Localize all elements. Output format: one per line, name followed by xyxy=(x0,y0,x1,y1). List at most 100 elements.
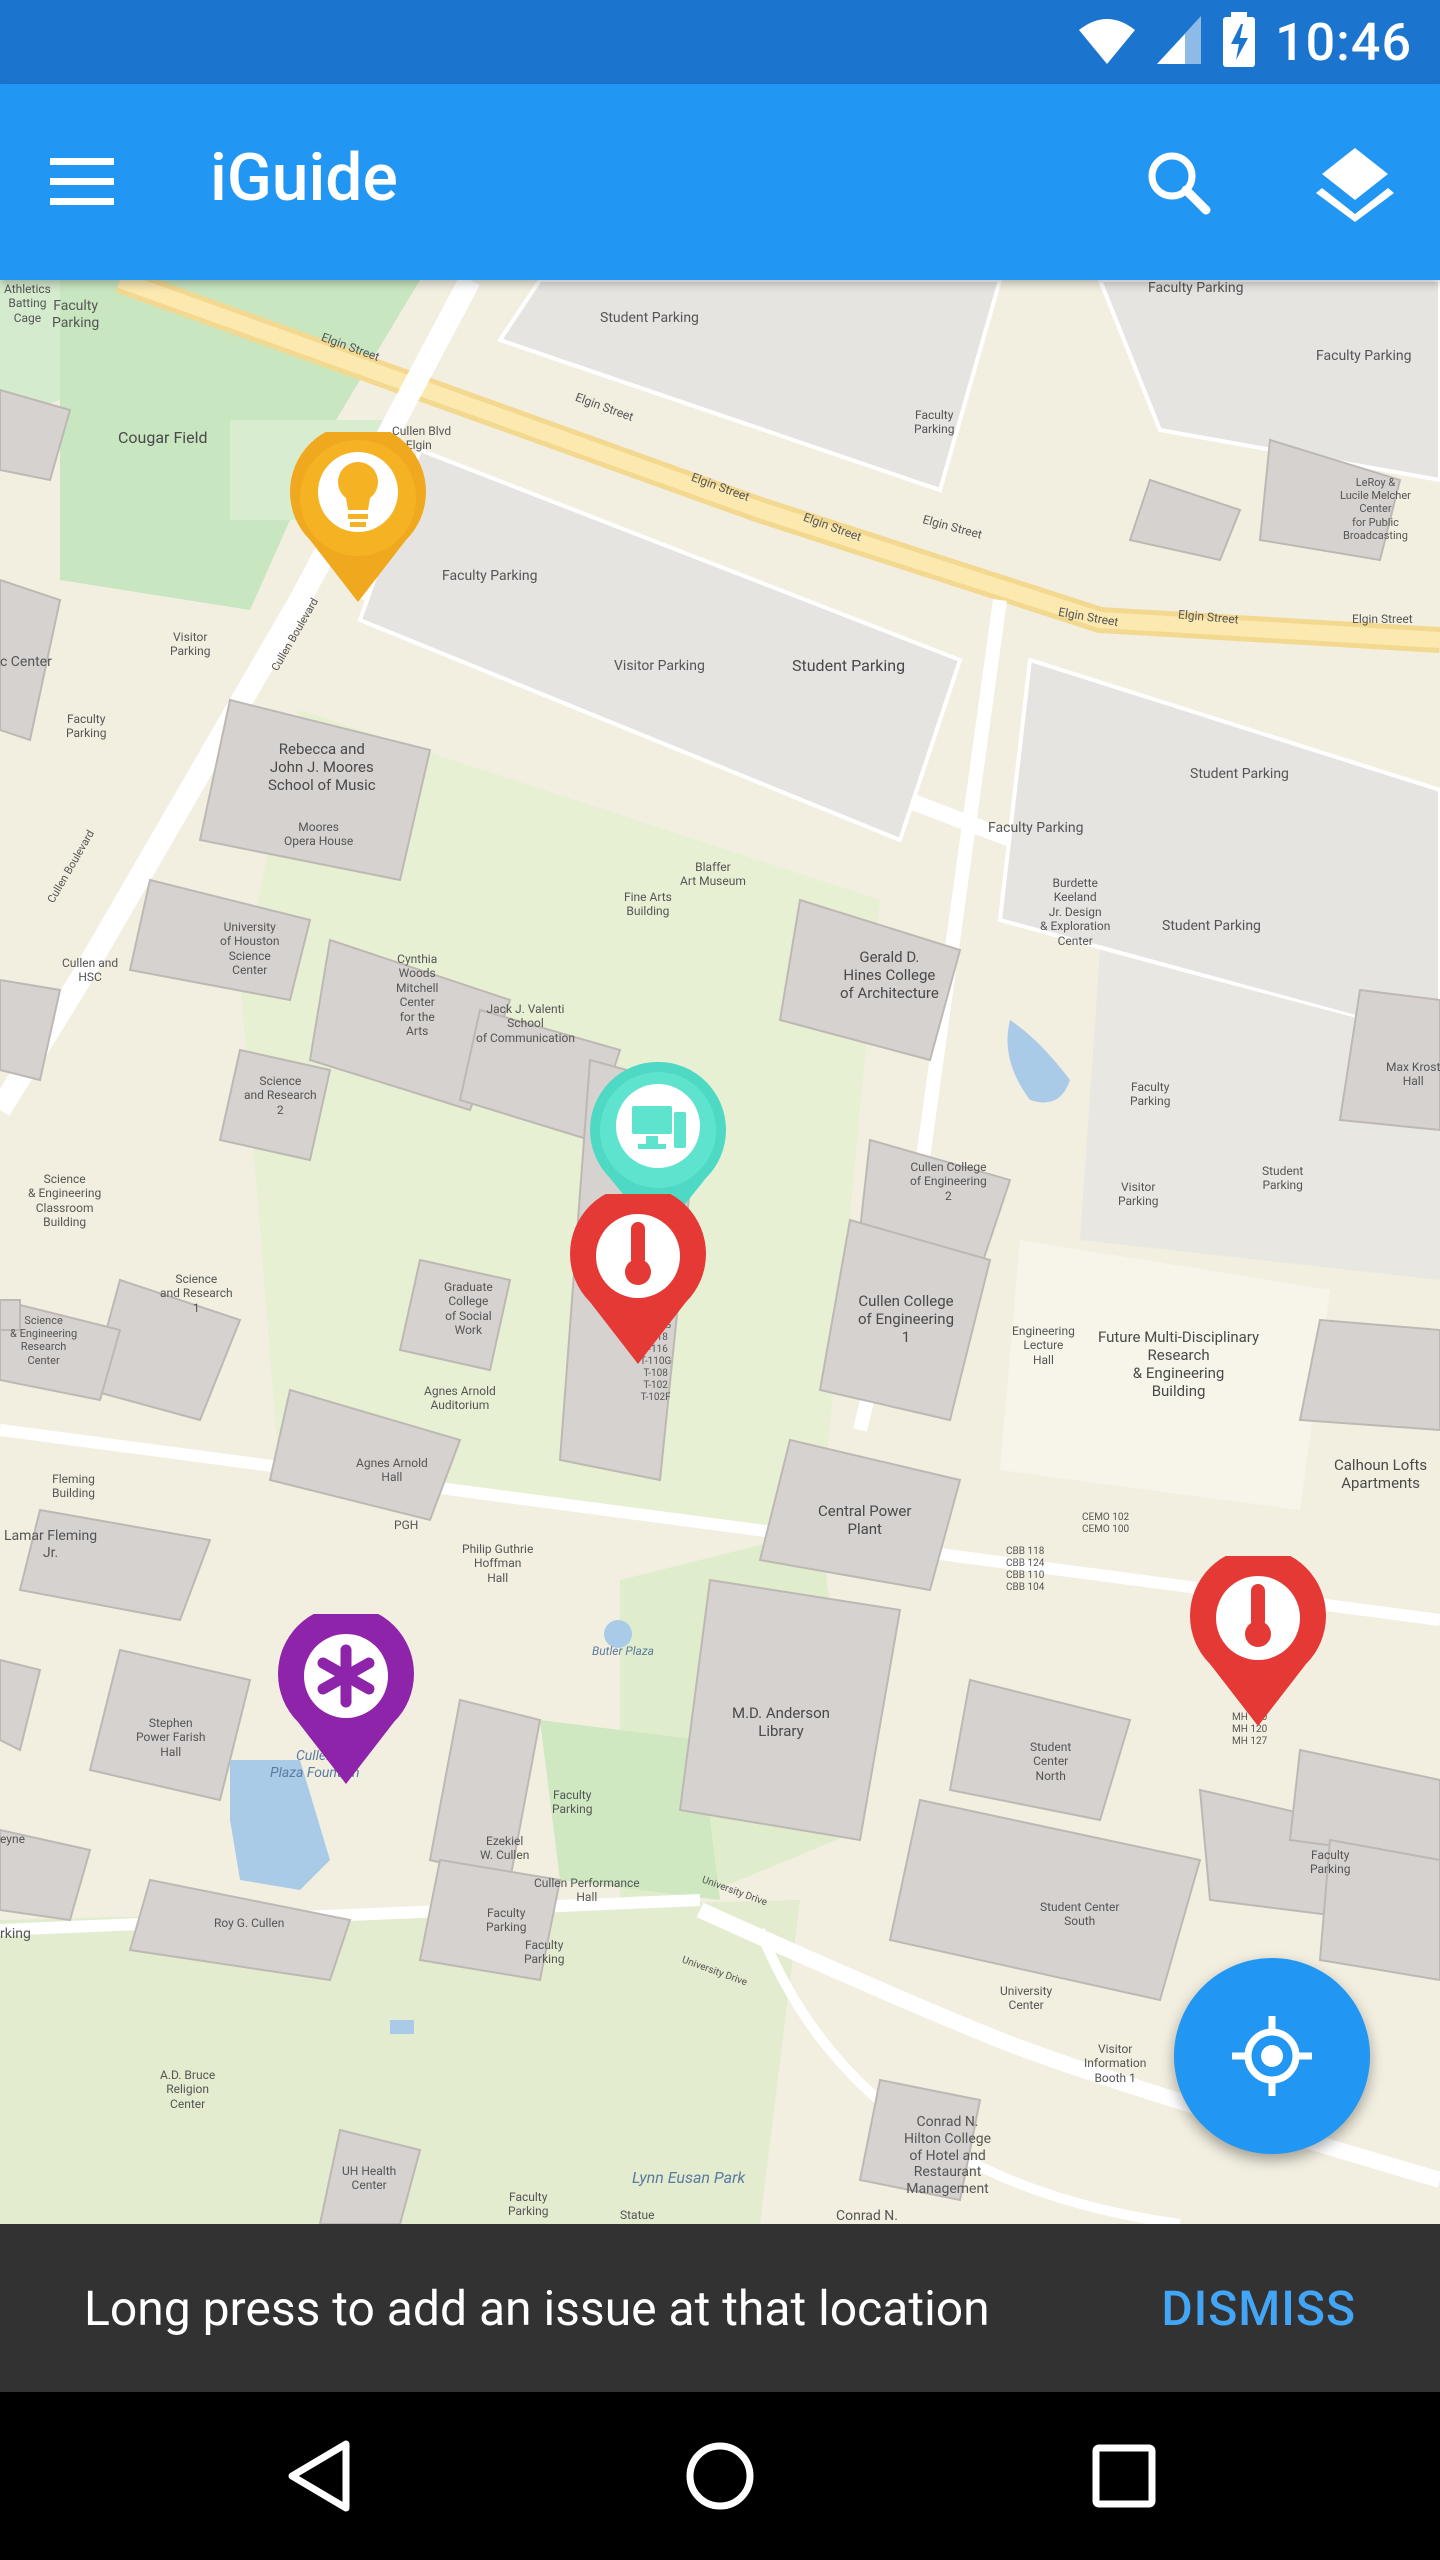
map-label-science-engineering-research: Science & Engineering Research Center xyxy=(10,1314,78,1367)
map-label-rking: rking xyxy=(0,1926,31,1942)
battery-charging-icon xyxy=(1221,12,1257,72)
home-icon[interactable] xyxy=(670,2426,770,2526)
map-label-student-parking: Student Parking xyxy=(1162,918,1261,934)
general-issue-pin[interactable] xyxy=(276,1605,416,1790)
map-label-student-parking: Student Parking xyxy=(1190,766,1289,782)
map-label-student-center-north: Student Center North xyxy=(1030,1740,1072,1783)
map-label-student-center-south: Student Center South xyxy=(1040,1900,1120,1929)
lightbulb-icon xyxy=(290,423,426,602)
map-label-blaffer-art-museum: Blaffer Art Museum xyxy=(680,860,746,889)
app-bar: iGuide xyxy=(0,84,1440,280)
map-label-fine-arts-building: Fine Arts Building xyxy=(624,890,672,919)
map-label-student-parking: Student Parking xyxy=(600,310,699,326)
navigation-bar xyxy=(0,2392,1440,2560)
map-label-conrad-hilton-college: Conrad N. Hilton College of Hotel and Re… xyxy=(904,2114,992,2198)
thermometer-icon xyxy=(1190,1547,1326,1726)
map-label-lamar-fleming: Lamar Fleming Jr. xyxy=(4,1528,98,1561)
map-label-agnes-arnold-hall: Agnes Arnold Hall xyxy=(356,1456,428,1485)
map-label-faculty-parking: Faculty Parking xyxy=(524,1938,565,1967)
map-label-cynthia-woods: Cynthia Woods Mitchell Center for the Ar… xyxy=(396,952,439,1038)
map-label-cougar-field: Cougar Field xyxy=(118,428,208,447)
map-label-visitor-parking: Visitor Parking xyxy=(1118,1180,1159,1209)
map-label-faculty-parking: Faculty Parking xyxy=(1310,1848,1351,1877)
map-label-elgin-street: Elgin Street xyxy=(1352,612,1413,626)
map-label-cullen-engineering-2: Cullen College of Engineering 2 xyxy=(910,1160,987,1203)
map-label-faculty-parking: Faculty Parking xyxy=(914,408,955,437)
map-label-student-parking: Student Parking xyxy=(1262,1164,1304,1193)
map-label-butler-plaza: Butler Plaza xyxy=(592,1644,654,1658)
map-label-student-parking: Student Parking xyxy=(792,656,906,675)
map-label-lynn-eusan-park: Lynn Eusan Park xyxy=(632,2168,746,2187)
lightbulb-issue-pin[interactable] xyxy=(288,423,428,608)
map-label-university-center: University Center xyxy=(1000,1984,1053,2013)
map-label-burdette-keeland: Burdette Keeland Jr. Design & Exploratio… xyxy=(1040,876,1111,948)
map-label-visitor-parking: Visitor Parking xyxy=(170,630,211,659)
map-label-statue: Statue xyxy=(620,2208,655,2222)
signal-icon xyxy=(1155,14,1203,70)
campus-map[interactable]: Athletics Batting Cage Faculty Parking C… xyxy=(0,280,1440,2224)
map-label-cbb-rooms: CBB 118 CBB 124 CBB 110 CBB 104 xyxy=(1006,1546,1045,1593)
dismiss-button[interactable]: DISMISS xyxy=(1161,2280,1356,2337)
map-label-engineering-lecture-hall: Engineering Lecture Hall xyxy=(1012,1324,1075,1367)
map-label-visitor-parking: Visitor Parking xyxy=(614,658,705,674)
map-label-cullen-performance-hall: Cullen Performance Hall xyxy=(534,1876,640,1905)
map-label-jack-valenti: Jack J. Valenti School of Communication xyxy=(476,1002,575,1045)
map-label-calhoun-lofts: Calhoun Lofts Apartments xyxy=(1334,1456,1428,1492)
recents-icon[interactable] xyxy=(1074,2426,1174,2526)
map-label-stephen-power-farish: Stephen Power Farish Hall xyxy=(136,1716,206,1759)
map-label-ezekiel-cullen: Ezekiel W. Cullen xyxy=(480,1834,530,1863)
map-label-conrad-n: Conrad N. xyxy=(836,2208,898,2224)
map-label-faculty-parking: Faculty Parking xyxy=(1130,1080,1171,1109)
map-label-faculty-parking: Faculty Parking xyxy=(1148,280,1244,296)
wifi-icon xyxy=(1077,14,1137,70)
snackbar-message: Long press to add an issue at that locat… xyxy=(84,2280,990,2337)
map-label-agnes-arnold-auditorium: Agnes Arnold Auditorium xyxy=(424,1384,496,1413)
map-label-central-power-plant: Central Power Plant xyxy=(818,1502,912,1538)
map-label-moores-school-of-music: Rebecca and John J. Moores School of Mus… xyxy=(268,740,376,794)
map-label-ad-bruce-religion-center: A.D. Bruce Religion Center xyxy=(160,2068,216,2111)
map-label-fleming-building: Fleming Building xyxy=(52,1472,95,1501)
map-label-uh-health-center: UH Health Center xyxy=(342,2164,397,2193)
map-label-cemo-rooms: CEMO 102 CEMO 100 xyxy=(1082,1512,1130,1535)
map-label-faculty-parking: Faculty Parking xyxy=(552,1788,593,1817)
map-label-science-research-1: Science and Research 1 xyxy=(160,1272,233,1315)
map-label-max-krost-hall: Max Krost Hall xyxy=(1386,1060,1440,1089)
asterisk-icon xyxy=(278,1605,414,1784)
map-label-athletics: Athletics Batting Cage xyxy=(4,282,51,325)
map-label-future-research-building: Future Multi-Disciplinary Research & Eng… xyxy=(1098,1328,1260,1400)
status-bar: 10:46 xyxy=(0,0,1440,84)
map-label-cullen-hsc: Cullen and HSC xyxy=(62,956,119,985)
temperature-issue-pin[interactable] xyxy=(1188,1547,1328,1732)
map-label-pgh: PGH xyxy=(394,1518,419,1532)
map-label-visitor-information-booth: Visitor Information Booth 1 xyxy=(1084,2042,1147,2085)
search-icon[interactable] xyxy=(1140,142,1224,226)
map-label-leroy-melcher: LeRoy & Lucile Melcher Center for Public… xyxy=(1340,476,1411,542)
map-label-science-engineering-classroom: Science & Engineering Classroom Building xyxy=(28,1172,102,1230)
map-label-faculty-parking: Faculty Parking xyxy=(66,712,107,741)
back-icon[interactable] xyxy=(266,2426,366,2526)
map-label-faculty-parking: Faculty Parking xyxy=(52,298,100,331)
map-label-faculty-parking: Faculty Parking xyxy=(1316,348,1412,364)
layers-icon[interactable] xyxy=(1310,142,1400,226)
map-label-md-anderson-library: M.D. Anderson Library xyxy=(732,1704,830,1740)
menu-icon[interactable] xyxy=(48,146,132,218)
status-time: 10:46 xyxy=(1275,11,1412,73)
map-label-moores-opera-house: Moores Opera House xyxy=(284,820,354,849)
map-label-faculty-parking: Faculty Parking xyxy=(988,820,1084,836)
app-title: iGuide xyxy=(210,140,398,217)
map-label-roy-cullen: Roy G. Cullen xyxy=(214,1916,285,1930)
map-label-science-research-2: Science and Research 2 xyxy=(244,1074,317,1117)
map-label-center: c Center xyxy=(0,654,52,670)
map-label-hines-architecture: Gerald D. Hines College of Architecture xyxy=(840,948,939,1002)
my-location-button[interactable] xyxy=(1174,1958,1370,2154)
map-label-uh-science-center: University of Houston Science Center xyxy=(220,920,280,978)
snackbar: Long press to add an issue at that locat… xyxy=(0,2224,1440,2392)
map-label-philip-guthrie-hoffman: Philip Guthrie Hoffman Hall xyxy=(462,1542,534,1585)
map-label-cullen-engineering-1: Cullen College of Engineering 1 xyxy=(858,1292,954,1346)
map-label-eyne: eyne xyxy=(0,1832,25,1846)
map-label-faculty-parking: Faculty Parking xyxy=(508,2190,549,2219)
temperature-issue-pin[interactable] xyxy=(568,1185,708,1370)
thermometer-icon xyxy=(570,1185,706,1364)
map-base xyxy=(0,280,1440,2224)
map-label-faculty-parking: Faculty Parking xyxy=(486,1906,527,1935)
